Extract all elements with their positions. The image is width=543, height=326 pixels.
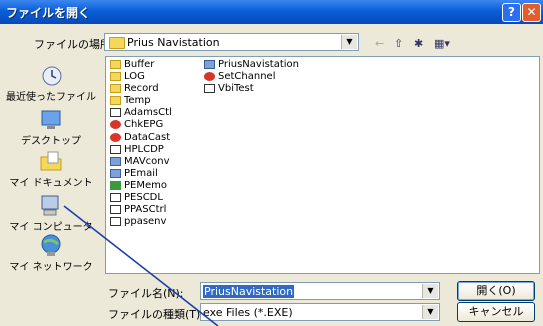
file-item[interactable]: Record — [108, 83, 172, 95]
file-name: Temp — [124, 95, 151, 107]
look-in-dropdown[interactable]: Prius Navistation ▼ — [104, 33, 359, 51]
filetype-label: ファイルの種類(T): — [108, 308, 205, 321]
file-icon — [204, 72, 215, 82]
folder-icon — [110, 96, 121, 106]
filename-input[interactable]: PriusNavistation ▼ — [200, 282, 440, 300]
file-icon — [110, 180, 121, 190]
help-button[interactable]: ? — [502, 3, 521, 22]
file-item[interactable]: MAVconv — [108, 156, 172, 168]
filename-label: ファイル名(N): — [108, 287, 184, 300]
places-bar: 最近使ったファイル デスクトップ マイ ドキュメント マイ コンピュータ マイ … — [6, 56, 96, 274]
file-icon — [204, 84, 215, 94]
file-icon — [110, 132, 121, 142]
chevron-down-icon[interactable]: ▼ — [341, 35, 357, 49]
file-item[interactable]: ppasenv — [108, 216, 172, 228]
chevron-down-icon[interactable]: ▼ — [422, 305, 438, 319]
file-column: PriusNavistation SetChannel VbiTest — [202, 59, 299, 95]
file-item[interactable]: PriusNavistation — [202, 59, 299, 71]
file-name: SetChannel — [218, 71, 276, 83]
file-item[interactable]: PEMemo — [108, 180, 172, 192]
file-name: MAVconv — [124, 155, 170, 167]
folder-icon — [109, 37, 125, 49]
place-label: デスクトップ — [21, 136, 81, 147]
file-name: PEMemo — [124, 179, 167, 191]
file-name: PESCDL — [124, 192, 163, 204]
file-icon — [110, 217, 121, 227]
file-list[interactable]: Buffer LOG Record Temp AdamsCtl ChkEPG DataCas… — [105, 56, 540, 274]
up-folder-icon[interactable]: ⇧ — [394, 37, 403, 50]
place-recent[interactable]: 最近使ったファイル — [6, 62, 96, 103]
place-my-network[interactable]: マイ ネットワーク — [6, 232, 96, 273]
look-in-value: Prius Navistation — [127, 36, 220, 49]
filename-value: PriusNavistation — [203, 285, 295, 298]
folder-icon — [110, 84, 121, 94]
file-name: AdamsCtl — [124, 107, 172, 119]
recent-icon — [38, 62, 64, 88]
file-item[interactable]: LOG — [108, 71, 172, 83]
place-desktop[interactable]: デスクトップ — [6, 106, 96, 147]
back-arrow-icon[interactable]: ← — [375, 37, 384, 50]
my-computer-icon — [38, 192, 64, 218]
file-icon — [110, 156, 121, 166]
filetype-select[interactable]: exe Files (*.EXE) ▼ — [200, 303, 440, 321]
file-name: Record — [124, 83, 159, 95]
file-icon — [110, 205, 121, 215]
file-icon — [110, 144, 121, 154]
place-label: マイ コンピュータ — [9, 222, 93, 233]
file-item[interactable]: AdamsCtl — [108, 107, 172, 119]
file-item[interactable]: VbiTest — [202, 83, 299, 95]
place-label: マイ ネットワーク — [9, 262, 93, 273]
file-name: ChkEPG — [124, 119, 164, 131]
file-icon — [110, 193, 121, 203]
folder-icon — [110, 72, 121, 82]
file-name: HPLCDP — [124, 143, 164, 155]
chevron-down-icon[interactable]: ▼ — [422, 284, 438, 298]
file-item[interactable]: Temp — [108, 95, 172, 107]
file-item[interactable]: ChkEPG — [108, 119, 172, 131]
window-title: ファイルを開く — [6, 6, 91, 20]
file-icon — [110, 168, 121, 178]
file-item[interactable]: PESCDL — [108, 192, 172, 204]
file-name: Buffer — [124, 59, 155, 70]
file-icon — [110, 108, 121, 118]
file-name: PEmail — [124, 167, 158, 179]
place-label: 最近使ったファイル — [6, 92, 96, 103]
new-folder-icon[interactable]: ✱ — [414, 37, 423, 50]
file-item[interactable]: PEmail — [108, 168, 172, 180]
file-column: Buffer LOG Record Temp AdamsCtl ChkEPG DataCas… — [108, 59, 172, 228]
file-item[interactable]: Buffer — [108, 59, 172, 71]
view-menu-icon[interactable]: ▦▾ — [434, 37, 450, 50]
file-icon — [110, 120, 121, 130]
file-name: ppasenv — [124, 216, 167, 228]
file-name: DataCast — [124, 131, 171, 143]
desktop-icon — [38, 106, 64, 132]
filetype-value: exe Files (*.EXE) — [203, 306, 293, 319]
my-network-icon — [38, 232, 64, 258]
file-item[interactable]: SetChannel — [202, 71, 299, 83]
file-icon — [204, 60, 215, 69]
file-name: PPASCtrl — [124, 204, 167, 216]
file-item[interactable]: PPASCtrl — [108, 204, 172, 216]
place-label: マイ ドキュメント — [9, 178, 93, 189]
title-bar[interactable]: ファイルを開く ? ✕ — [0, 0, 543, 24]
file-name: PriusNavistation — [218, 59, 300, 70]
cancel-button[interactable]: キャンセル — [457, 302, 535, 322]
file-item[interactable]: HPLCDP — [108, 144, 172, 156]
folder-icon — [110, 60, 121, 69]
file-name: VbiTest — [218, 83, 254, 95]
place-my-computer[interactable]: マイ コンピュータ — [6, 192, 96, 233]
file-item[interactable]: DataCast — [108, 132, 172, 144]
place-my-documents[interactable]: マイ ドキュメント — [6, 148, 96, 189]
open-button[interactable]: 開く(O) — [457, 281, 535, 301]
file-name: LOG — [124, 71, 145, 83]
my-documents-icon — [38, 148, 64, 174]
close-button[interactable]: ✕ — [522, 3, 541, 22]
